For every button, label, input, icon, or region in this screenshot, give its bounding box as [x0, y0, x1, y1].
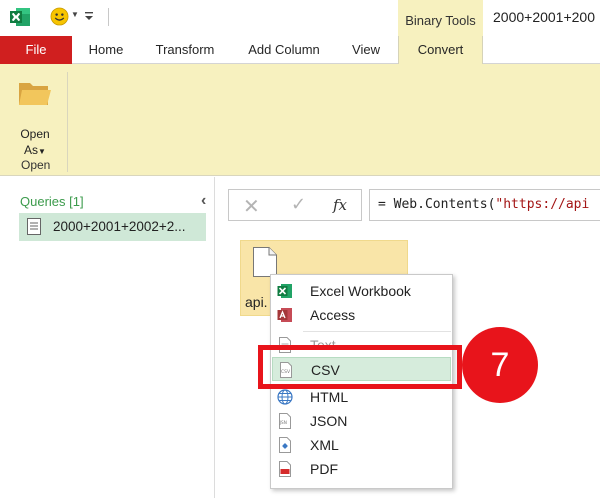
open-as-label-line1: Open	[20, 127, 50, 141]
menu-item-xml[interactable]: XML	[272, 433, 451, 457]
globe-icon	[277, 389, 293, 405]
binary-file-label: api.	[245, 294, 268, 310]
menu-item-excel-workbook[interactable]: Excel Workbook	[272, 279, 451, 303]
tab-transform[interactable]: Transform	[146, 36, 224, 64]
excel-icon	[277, 284, 292, 298]
formula-text: = Web.Contents(	[378, 197, 496, 212]
menu-item-json[interactable]: JSN JSON	[272, 409, 451, 433]
smiley-feedback-icon[interactable]	[50, 7, 69, 26]
excel-logo-icon	[10, 8, 30, 26]
formula-bar-buttons: ✕ ✓ fx	[228, 189, 362, 221]
formula-input[interactable]: = Web.Contents("https://api	[369, 189, 600, 221]
tab-convert[interactable]: Convert	[398, 36, 483, 65]
tab-home[interactable]: Home	[78, 36, 134, 64]
open-as-button[interactable]: Open As▼	[10, 74, 60, 157]
ribbon-panel: Open As▼ Open	[0, 64, 600, 176]
commit-formula-icon[interactable]: ✓	[291, 194, 306, 215]
tab-file[interactable]: File	[0, 36, 72, 64]
context-tab-group-binary-tools: Binary Tools	[398, 0, 483, 36]
query-item[interactable]: 2000+2001+2002+2...	[19, 213, 206, 241]
menu-item-access[interactable]: Access	[272, 303, 451, 327]
query-item-label: 2000+2001+2002+2...	[53, 219, 186, 234]
formula-bar: ✕ ✓ fx = Web.Contents("https://api	[228, 189, 600, 221]
title-bar: ▼ Binary Tools 2000+2001+200	[0, 0, 600, 36]
queries-pane: Queries [1] ‹ 2000+2001+2002+2...	[0, 177, 215, 498]
folder-icon	[19, 83, 51, 105]
insert-function-icon[interactable]: fx	[333, 196, 347, 214]
queries-pane-title: Queries [1]	[20, 194, 84, 209]
svg-text:JSN: JSN	[279, 420, 287, 425]
json-icon: JSN	[279, 413, 291, 429]
dropdown-caret-icon: ▼	[38, 147, 46, 156]
binary-document-icon	[253, 247, 277, 277]
menu-item-pdf[interactable]: PDF	[272, 457, 451, 481]
ribbon-group-label-open: Open	[21, 158, 51, 172]
smiley-dropdown-caret-icon[interactable]: ▼	[71, 10, 79, 19]
formula-string-literal: "https://api	[495, 197, 590, 212]
menu-separator	[303, 331, 451, 332]
menu-item-label: Access	[310, 307, 356, 323]
ribbon-group-separator	[67, 72, 68, 172]
pdf-icon	[279, 461, 291, 477]
collapse-pane-chevron-icon[interactable]: ‹	[201, 192, 206, 210]
callout-highlight-box	[258, 345, 462, 389]
menu-item-label: Excel Workbook	[310, 283, 411, 299]
cancel-formula-icon[interactable]: ✕	[243, 194, 260, 219]
table-query-icon	[27, 218, 41, 235]
xml-icon	[279, 437, 291, 453]
window-title: 2000+2001+200	[493, 9, 595, 25]
tab-view[interactable]: View	[342, 36, 390, 64]
step-number-badge: 7	[462, 327, 538, 403]
toolbar-separator	[108, 8, 109, 26]
menu-item-label: JSON	[310, 413, 348, 429]
customize-toolbar-icon[interactable]	[84, 8, 94, 22]
menu-item-label: XML	[310, 437, 339, 453]
menu-item-label: PDF	[310, 461, 338, 477]
ribbon-tabs: File Home Transform Add Column View Conv…	[0, 36, 600, 65]
tab-add-column[interactable]: Add Column	[238, 36, 330, 64]
menu-item-label: HTML	[310, 389, 349, 405]
access-icon	[277, 308, 292, 322]
